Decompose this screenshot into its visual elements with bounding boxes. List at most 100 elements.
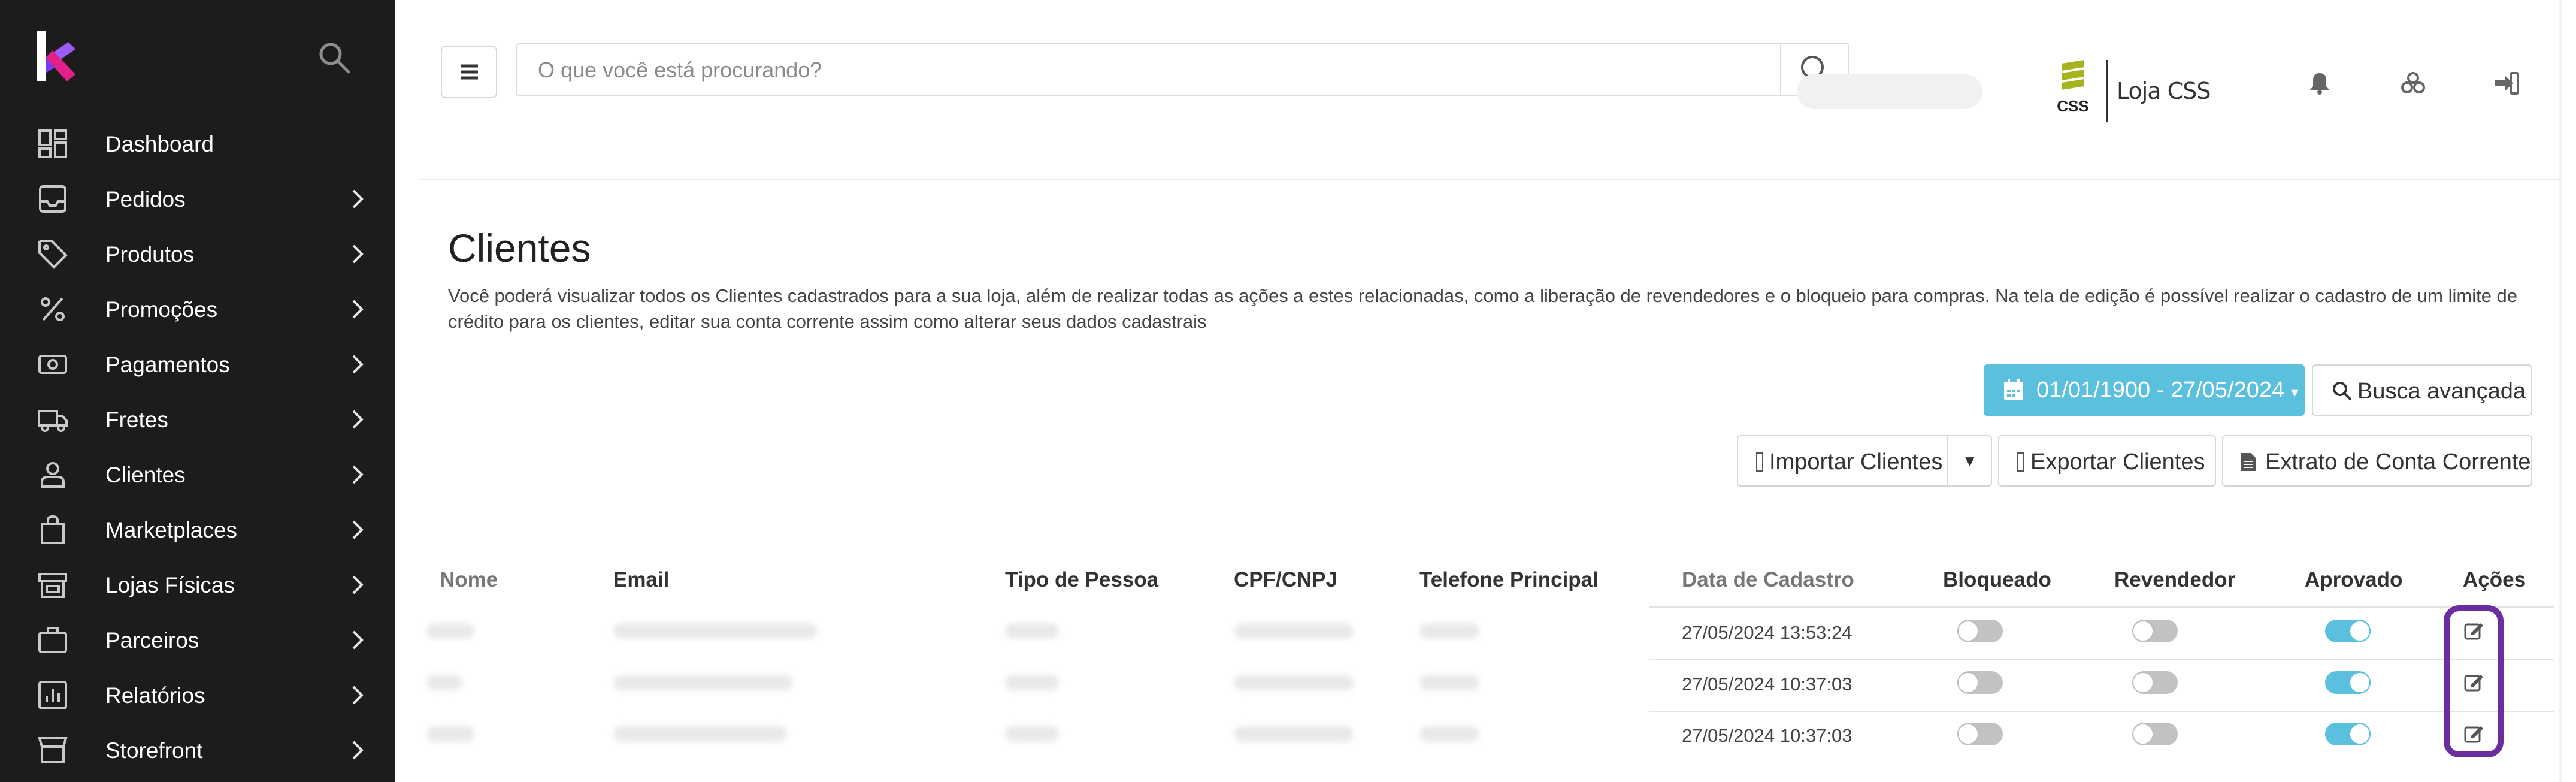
export-clients-button[interactable]: Exportar Clientes [1998,435,2216,487]
redacted-person-type [1005,623,1059,639]
global-search[interactable]: O que você está procurando? [516,43,1849,96]
created-date: 27/05/2024 10:37:03 [1682,674,1852,695]
chevron-right-icon [352,575,364,594]
blocked-toggle[interactable] [1957,671,2003,694]
import-clients-button[interactable]: Importar Clientes [1737,435,1948,487]
shopping-bag-icon [41,515,65,544]
blocked-toggle[interactable] [1957,620,2003,642]
redacted-document [1234,726,1354,742]
redacted-name [426,675,462,690]
sidebar-item-pagamentos[interactable]: Pagamentos [0,337,395,392]
date-range-button[interactable]: 01/01/1900 - 27/05/2024 ▾ [1984,364,2305,416]
bell-icon[interactable] [2306,70,2333,97]
truck-icon [38,410,68,432]
approved-toggle[interactable] [2325,620,2371,642]
sidebar-item-label: Fretes [105,407,168,432]
redacted-email [613,726,787,742]
row-divider [1649,711,2554,712]
sidebar-item-label: Pedidos [105,187,186,212]
chevron-right-icon [352,410,364,429]
actions-highlight-annotation [2444,605,2504,757]
created-date: 27/05/2024 13:53:24 [1682,622,1852,643]
sidebar-item-marketplaces[interactable]: Marketplaces [0,502,395,557]
sidebar-item-fretes[interactable]: Fretes [0,392,395,447]
sidebar-item-clientes[interactable]: Clientes [0,447,395,502]
column-header[interactable]: Bloqueado [1943,568,2051,592]
sidebar-item-label: Pagamentos [105,352,230,377]
search-input[interactable]: O que você está procurando? [538,58,822,83]
hamburger-icon [461,64,478,80]
sidebar-item-relatorios[interactable]: Relatórios [0,668,395,723]
reseller-toggle[interactable] [2132,723,2178,745]
store-name: Loja CSS [2117,78,2211,104]
column-header[interactable]: Telefone Principal [1419,568,1599,592]
reseller-toggle[interactable] [2132,620,2178,642]
column-header[interactable]: Tipo de Pessoa [1005,568,1158,592]
sidebar-item-parceiros[interactable]: Parceiros [0,612,395,668]
report-icon [38,681,67,709]
sidebar-item-label: Storefront [105,738,203,763]
column-header[interactable]: Aprovado [2305,568,2402,592]
column-header[interactable]: Revendedor [2114,568,2235,592]
statement-button[interactable]: Extrato de Conta Corrente [2222,435,2532,487]
missing-glyph-icon [1756,452,1763,472]
column-header[interactable]: Email [613,568,669,592]
sidebar-item-label: Clientes [105,463,186,487]
redacted-document [1234,675,1354,690]
redacted-email [613,675,793,690]
sidebar-item-label: Promoções [105,297,218,322]
chevron-right-icon [352,465,364,484]
sidebar-item-dashboard[interactable]: Dashboard [0,116,395,171]
document-icon [2241,453,2256,471]
redacted-phone [1419,623,1479,639]
column-header[interactable]: CPF/CNPJ [1234,568,1337,592]
sidebar-item-pedidos[interactable]: Pedidos [0,171,395,227]
sidebar-item-promocoes[interactable]: Promoções [0,282,395,337]
blocked-toggle[interactable] [1957,723,2003,745]
search-icon [2333,382,2351,400]
approved-toggle[interactable] [2325,723,2371,745]
sidebar-item-label: Produtos [105,242,195,267]
redacted-phone [1419,726,1479,742]
column-header[interactable]: Nome [440,568,498,592]
store-icon [38,573,67,598]
search-icon[interactable] [317,41,351,74]
brand-logo[interactable] [37,31,75,81]
import-label: Importar Clientes [1769,449,1943,475]
sidebar-item-lojas-fisicas[interactable]: Lojas Físicas [0,557,395,612]
calendar-icon [2004,379,2023,400]
date-range-label: 01/01/1900 - 27/05/2024 [2036,378,2285,403]
tag-icon [38,240,68,269]
approved-toggle[interactable] [2325,671,2371,694]
store-badge-text: CSS [2057,97,2088,115]
row-divider [1649,659,2554,660]
chevron-right-icon [352,355,364,374]
sidebar-item-storefront[interactable]: Storefront [0,723,395,778]
briefcase-icon [38,627,67,653]
chevron-right-icon [352,244,364,264]
chevron-right-icon [352,520,364,539]
caret-down-icon: ▾ [2290,383,2299,401]
divider [2106,60,2108,122]
statement-label: Extrato de Conta Corrente [2265,449,2531,475]
hamburger-menu-button[interactable] [441,46,497,98]
logout-icon[interactable] [2493,70,2520,97]
redacted-person-type [1005,675,1059,690]
sidebar-item-label: Dashboard [105,132,214,156]
advanced-search-button[interactable]: Busca avançada [2312,364,2532,416]
import-dropdown-toggle[interactable]: ▼ [1947,435,1992,487]
storefront-icon [38,737,68,763]
row-divider [1649,606,2554,608]
export-label: Exportar Clientes [2030,449,2205,475]
network-icon[interactable] [2399,70,2427,97]
column-header: Ações [2463,568,2526,591]
caret-down-icon: ▼ [1962,452,1978,470]
reseller-toggle[interactable] [2132,671,2178,694]
user-name-placeholder [1797,74,1982,109]
redacted-name [426,623,474,639]
column-header[interactable]: Data de Cadastro [1682,568,1854,592]
inbox-icon [39,185,66,213]
missing-glyph-icon [2017,452,2024,472]
sidebar-item-produtos[interactable]: Produtos [0,227,395,282]
chevron-right-icon [352,189,364,209]
